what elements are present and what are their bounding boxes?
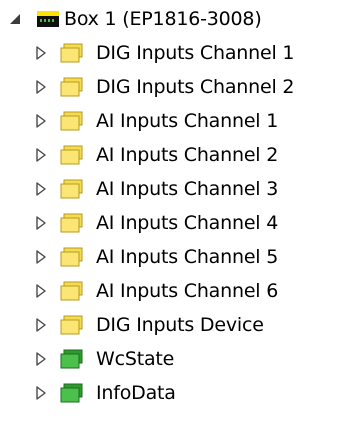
tree-node-dig-inputs-device[interactable]: DIG Inputs Device [0, 308, 349, 342]
expand-arrow-icon[interactable] [30, 178, 52, 200]
tree-node-label: AI Inputs Channel 3 [96, 178, 279, 200]
tree-node-label: WcState [96, 348, 175, 370]
tree-node-label: InfoData [96, 382, 176, 404]
folder-icon [60, 77, 83, 97]
expand-arrow-icon[interactable] [30, 42, 52, 64]
tree-node-dig-inputs-channel-2[interactable]: DIG Inputs Channel 2 [0, 70, 349, 104]
expand-arrow-icon[interactable] [30, 382, 52, 404]
tree-node-wcstate[interactable]: WcState [0, 342, 349, 376]
expand-arrow-icon[interactable] [30, 280, 52, 302]
folder-icon [60, 213, 83, 233]
device-tree: Box 1 (EP1816-3008) DIG Inputs Channel 1… [0, 0, 349, 429]
expand-arrow-icon[interactable] [30, 314, 52, 336]
tree-node-ai-inputs-channel-2[interactable]: AI Inputs Channel 2 [0, 138, 349, 172]
tree-node-label: AI Inputs Channel 4 [96, 212, 279, 234]
expand-arrow-icon[interactable] [30, 348, 52, 370]
tree-node-ai-inputs-channel-3[interactable]: AI Inputs Channel 3 [0, 172, 349, 206]
expand-arrow-icon[interactable] [30, 212, 52, 234]
tree-node-label: DIG Inputs Device [96, 314, 264, 336]
tree-node-ai-inputs-channel-1[interactable]: AI Inputs Channel 1 [0, 104, 349, 138]
terminal-box-icon [37, 11, 59, 27]
folder-icon [60, 315, 83, 335]
collapse-arrow-icon[interactable] [4, 8, 26, 30]
tree-node-label: AI Inputs Channel 5 [96, 246, 279, 268]
green-block-icon [60, 383, 83, 403]
tree-node-ai-inputs-channel-4[interactable]: AI Inputs Channel 4 [0, 206, 349, 240]
folder-icon [60, 43, 83, 63]
green-block-icon [60, 349, 83, 369]
tree-node-label: DIG Inputs Channel 1 [96, 42, 295, 64]
folder-icon [60, 145, 83, 165]
expand-arrow-icon[interactable] [30, 144, 52, 166]
expand-arrow-icon[interactable] [30, 246, 52, 268]
folder-icon [60, 179, 83, 199]
tree-node-label: AI Inputs Channel 1 [96, 110, 279, 132]
folder-icon [60, 247, 83, 267]
tree-node-box-1[interactable]: Box 1 (EP1816-3008) [0, 2, 349, 36]
tree-node-infodata[interactable]: InfoData [0, 376, 349, 410]
expand-arrow-icon[interactable] [30, 76, 52, 98]
tree-node-ai-inputs-channel-6[interactable]: AI Inputs Channel 6 [0, 274, 349, 308]
tree-node-label: AI Inputs Channel 2 [96, 144, 279, 166]
tree-node-dig-inputs-channel-1[interactable]: DIG Inputs Channel 1 [0, 36, 349, 70]
tree-node-ai-inputs-channel-5[interactable]: AI Inputs Channel 5 [0, 240, 349, 274]
tree-node-label: AI Inputs Channel 6 [96, 280, 279, 302]
folder-icon [60, 281, 83, 301]
folder-icon [60, 111, 83, 131]
tree-node-label: Box 1 (EP1816-3008) [64, 8, 262, 30]
tree-node-label: DIG Inputs Channel 2 [96, 76, 295, 98]
expand-arrow-icon[interactable] [30, 110, 52, 132]
